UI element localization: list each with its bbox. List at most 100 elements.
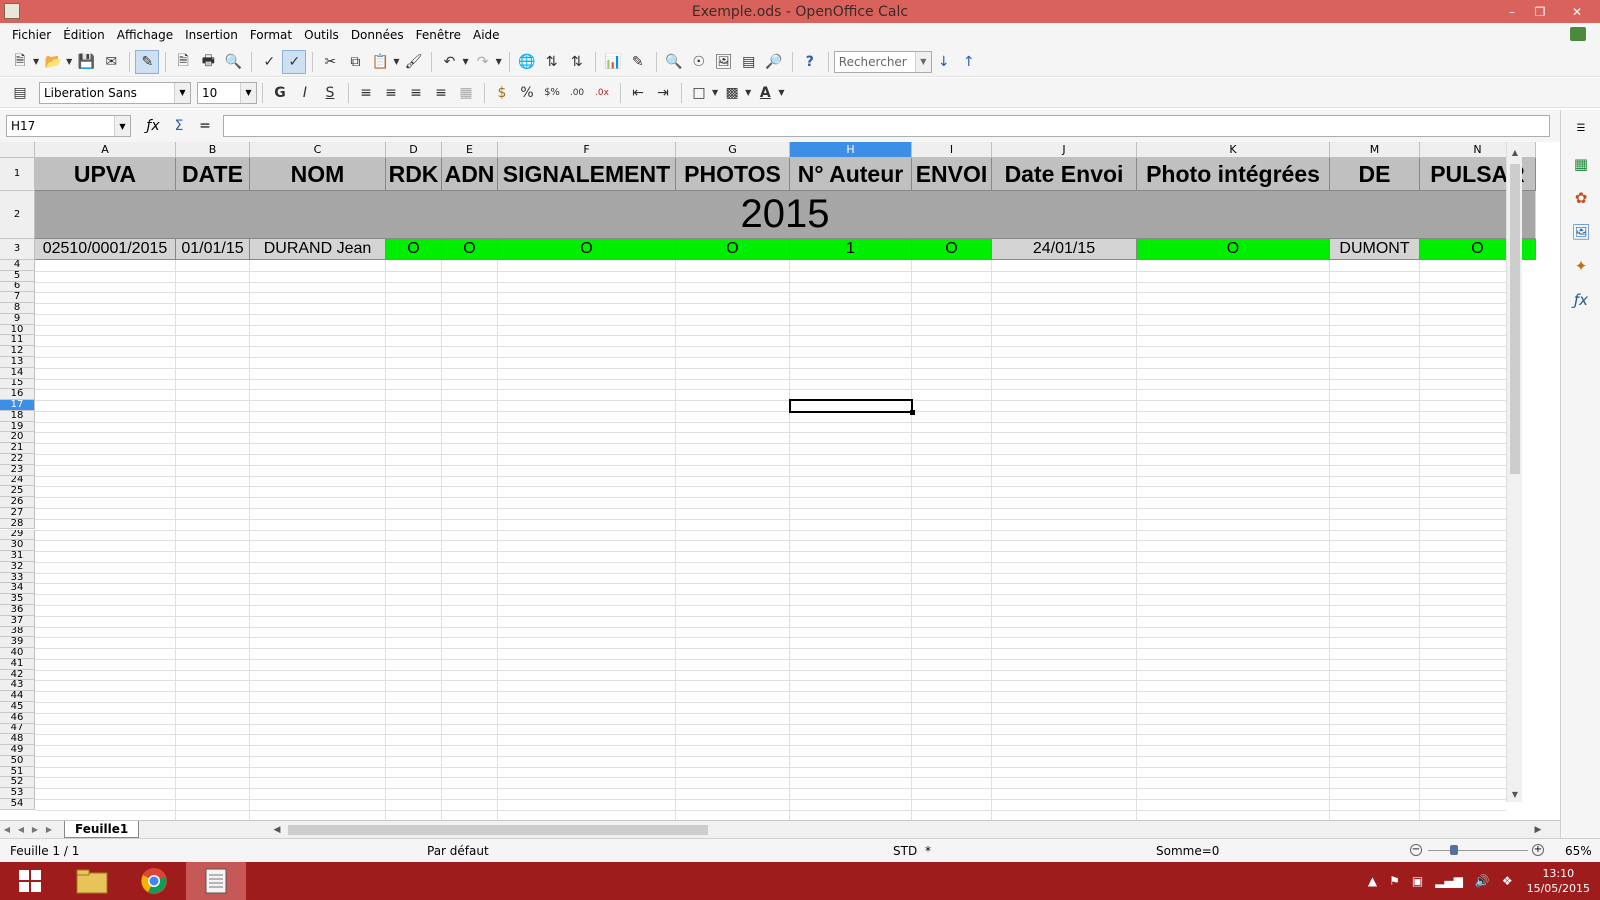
- menu-edition[interactable]: Édition: [57, 28, 111, 42]
- delete-decimal-icon[interactable]: .0x: [590, 81, 614, 105]
- status-page-style[interactable]: Par défaut: [427, 844, 489, 858]
- menu-outils[interactable]: Outils: [298, 28, 345, 42]
- column-header-g[interactable]: G: [676, 142, 790, 158]
- prev-sheet-icon[interactable]: ◀: [14, 823, 28, 837]
- cut-icon[interactable]: ✂: [318, 50, 342, 74]
- merge-cells-icon[interactable]: ▦: [454, 81, 478, 105]
- row-header-40[interactable]: 40: [0, 648, 35, 659]
- zoom-icon[interactable]: 🔎: [762, 50, 786, 74]
- row-header-11[interactable]: 11: [0, 335, 35, 347]
- add-decimal-icon[interactable]: .00: [565, 81, 589, 105]
- font-size-dropdown-icon[interactable]: ▼: [240, 82, 256, 103]
- status-sum[interactable]: Somme=0: [1156, 844, 1219, 858]
- row-header-6[interactable]: 6: [0, 281, 35, 293]
- row-header-17[interactable]: 17: [0, 400, 35, 411]
- font-name-dropdown-icon[interactable]: ▼: [174, 82, 190, 103]
- italic-icon[interactable]: I: [293, 81, 317, 105]
- data-cell-date-envoi[interactable]: 24/01/15: [992, 239, 1137, 260]
- find-next-icon[interactable]: ↓: [932, 50, 956, 74]
- zoom-track[interactable]: [1428, 850, 1528, 851]
- fill-handle[interactable]: [910, 409, 915, 415]
- update-icon[interactable]: [1570, 27, 1586, 41]
- font-size-combo[interactable]: 10 ▼: [197, 81, 257, 104]
- navigator-sidebar-icon[interactable]: ✦: [1569, 254, 1593, 278]
- header-cell-photo-integrees[interactable]: Photo intégrées: [1137, 158, 1330, 191]
- new-document-icon[interactable]: 🗎: [8, 50, 32, 74]
- row-header-21[interactable]: 21: [0, 443, 35, 455]
- menu-insertion[interactable]: Insertion: [179, 28, 244, 42]
- row-header-26[interactable]: 26: [0, 497, 35, 508]
- row-header-41[interactable]: 41: [0, 658, 35, 670]
- row-header-12[interactable]: 12: [0, 346, 35, 357]
- paste-dropdown-icon[interactable]: ▼: [393, 57, 399, 66]
- row-header-18[interactable]: 18: [0, 410, 35, 422]
- header-cell-rdk[interactable]: RDK: [386, 158, 442, 191]
- decrease-indent-icon[interactable]: ⇤: [626, 81, 650, 105]
- row-header-24[interactable]: 24: [0, 475, 35, 487]
- sort-descending-icon[interactable]: ⇅: [565, 50, 589, 74]
- font-name-combo[interactable]: Liberation Sans ▼: [39, 81, 191, 104]
- file-explorer-icon[interactable]: [62, 862, 122, 900]
- header-cell-envoi[interactable]: ENVOI: [912, 158, 992, 191]
- minimize-button[interactable]: –: [1498, 0, 1526, 23]
- column-header-k[interactable]: K: [1137, 142, 1330, 158]
- row-header-22[interactable]: 22: [0, 454, 35, 465]
- scroll-left-icon[interactable]: ◀: [270, 822, 284, 838]
- data-cell-de[interactable]: DUMONT: [1330, 239, 1420, 260]
- find-previous-icon[interactable]: ↑: [957, 50, 981, 74]
- action-center-flag-icon[interactable]: ⚑: [1389, 874, 1400, 888]
- standard-format-icon[interactable]: $%: [540, 81, 564, 105]
- sidebar-menu-icon[interactable]: ☰: [1569, 116, 1593, 140]
- horizontal-scrollbar[interactable]: ◀ ▶: [270, 822, 1545, 838]
- restore-button[interactable]: ❐: [1526, 0, 1554, 23]
- column-header-i[interactable]: I: [912, 142, 992, 158]
- menu-fenetre[interactable]: Fenêtre: [410, 28, 467, 42]
- menu-affichage[interactable]: Affichage: [111, 28, 179, 42]
- row-header-45[interactable]: 45: [0, 701, 35, 713]
- scroll-up-icon[interactable]: ▲: [1507, 144, 1523, 160]
- currency-format-icon[interactable]: $: [490, 81, 514, 105]
- increase-indent-icon[interactable]: ⇥: [651, 81, 675, 105]
- header-cell-de[interactable]: DE: [1330, 158, 1420, 191]
- font-color-dropdown-icon[interactable]: ▼: [778, 88, 784, 97]
- volume-icon[interactable]: 🔊: [1475, 874, 1490, 888]
- print-icon[interactable]: 🖶: [196, 50, 220, 74]
- row-header-31[interactable]: 31: [0, 551, 35, 562]
- styles-formatting-icon[interactable]: ✿: [1569, 186, 1593, 210]
- next-sheet-icon[interactable]: ▶: [28, 823, 42, 837]
- row-header-5[interactable]: 5: [0, 270, 35, 282]
- redo-dropdown-icon[interactable]: ▼: [496, 57, 502, 66]
- function-equals-icon[interactable]: =: [193, 115, 217, 137]
- align-center-icon[interactable]: ≡: [379, 81, 403, 105]
- column-header-c[interactable]: C: [250, 142, 386, 158]
- scroll-right-icon[interactable]: ▶: [1531, 822, 1545, 838]
- row-header-35[interactable]: 35: [0, 594, 35, 605]
- row-header-8[interactable]: 8: [0, 303, 35, 314]
- column-header-m[interactable]: M: [1330, 142, 1420, 158]
- print-preview-icon[interactable]: 🔍: [221, 50, 245, 74]
- row-header-20[interactable]: 20: [0, 432, 35, 444]
- column-header-d[interactable]: D: [386, 142, 442, 158]
- search-dropdown-icon[interactable]: ▼: [914, 51, 931, 72]
- row-header-54[interactable]: 54: [0, 799, 35, 810]
- data-cell-rdk[interactable]: O: [386, 239, 442, 260]
- draw-functions-icon[interactable]: ✎: [626, 50, 650, 74]
- row-header-50[interactable]: 50: [0, 755, 35, 767]
- year-merged-cell[interactable]: 2015: [35, 191, 1536, 239]
- open-dropdown-icon[interactable]: ▼: [66, 57, 72, 66]
- network-signal-icon[interactable]: ▂▄▆: [1435, 874, 1463, 888]
- row-header-2[interactable]: 2: [0, 191, 35, 239]
- sheet-tab-feuille1[interactable]: Feuille1: [64, 821, 140, 838]
- first-sheet-icon[interactable]: ◀: [0, 823, 14, 837]
- chart-icon[interactable]: 📊: [601, 50, 625, 74]
- font-color-icon[interactable]: A: [753, 81, 777, 105]
- row-header-38[interactable]: 38: [0, 626, 35, 638]
- export-pdf-icon[interactable]: 🗎: [171, 50, 195, 74]
- row-header-28[interactable]: 28: [0, 518, 35, 530]
- open-folder-icon[interactable]: 📂: [41, 50, 65, 74]
- undo-icon[interactable]: ↶: [437, 50, 461, 74]
- start-button[interactable]: [0, 862, 60, 900]
- row-header-46[interactable]: 46: [0, 712, 35, 724]
- name-box-dropdown-icon[interactable]: ▼: [114, 116, 130, 136]
- row-header-32[interactable]: 32: [0, 561, 35, 573]
